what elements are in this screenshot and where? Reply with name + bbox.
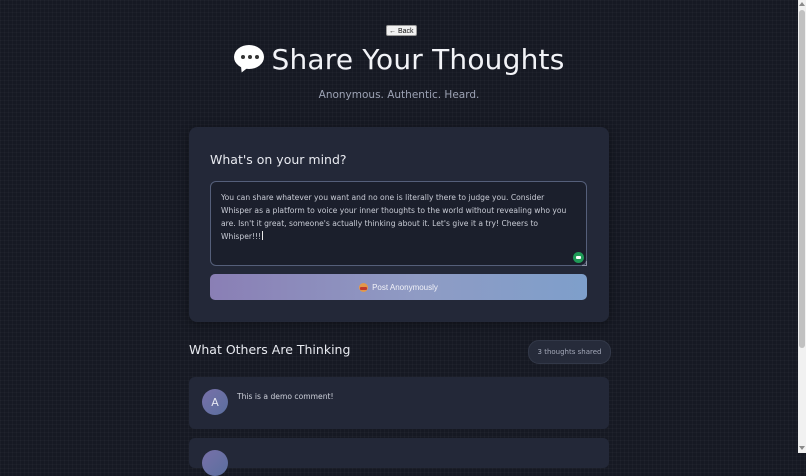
text-caret (262, 231, 264, 240)
avatar: A (202, 389, 228, 415)
page: ← Back Share Your Thoughts Anonymous. Au… (0, 0, 798, 476)
post-button-label: Post Anonymously (372, 282, 438, 292)
thought-textarea[interactable]: You can share whatever you want and no o… (210, 181, 587, 266)
comment-card (189, 438, 609, 476)
speech-bubble-icon (233, 44, 264, 75)
comment-text: This is a demo comment! (237, 392, 334, 401)
page-title: Share Your Thoughts (271, 42, 565, 76)
scrollbar-thumb[interactable] (799, 10, 805, 348)
avatar (202, 450, 228, 476)
thought-count-badge: 3 thoughts shared (528, 340, 611, 364)
scroll-up-arrow-icon[interactable] (799, 2, 805, 6)
mask-icon (359, 282, 369, 292)
vertical-scrollbar[interactable] (798, 0, 806, 453)
scroll-down-arrow-icon[interactable] (799, 446, 805, 450)
feed-heading: What Others Are Thinking (189, 342, 351, 357)
page-tagline: Anonymous. Authentic. Heard. (318, 89, 480, 101)
page-header: Share Your Thoughts (0, 40, 798, 78)
composer-card: What's on your mind? You can share whate… (189, 127, 609, 322)
composer-heading: What's on your mind? (210, 152, 347, 167)
resize-handle-icon[interactable] (582, 261, 587, 266)
comment-card: A This is a demo comment! (189, 377, 609, 429)
post-anonymously-button[interactable]: Post Anonymously (210, 274, 587, 300)
thought-text: You can share whatever you want and no o… (221, 193, 567, 241)
back-button[interactable]: ← Back (386, 25, 417, 36)
